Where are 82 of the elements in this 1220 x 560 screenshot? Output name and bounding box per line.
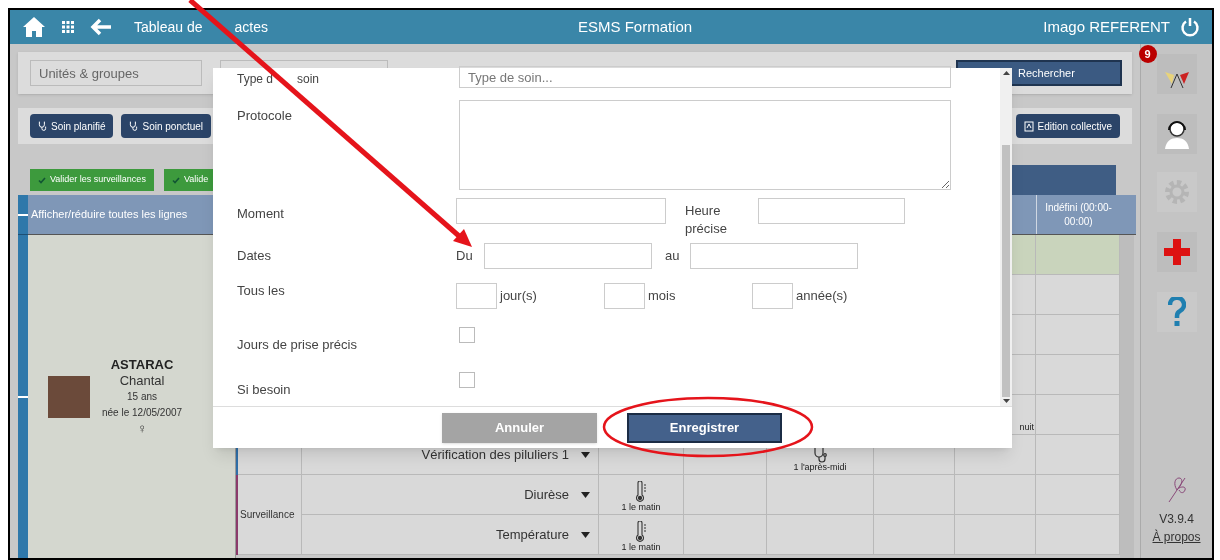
field-label: Jours de prise précis xyxy=(237,337,357,352)
field-label: Du xyxy=(456,247,474,266)
input-field[interactable] xyxy=(484,243,652,269)
caret-icon[interactable] xyxy=(581,531,590,538)
act-label: Vérification des piluliers 1 xyxy=(421,445,569,464)
help-button[interactable] xyxy=(1156,292,1197,332)
field-label: Type d xyxy=(237,71,274,88)
field-label: Heure précise xyxy=(685,202,728,238)
check-icon xyxy=(38,176,46,184)
field-label: Tous les xyxy=(237,283,285,298)
category-label: Surveillance xyxy=(239,508,295,522)
stethoscope-icon xyxy=(813,447,827,463)
number-field[interactable] xyxy=(604,283,645,309)
stethoscope-icon xyxy=(129,121,139,131)
question-mark-icon xyxy=(1167,297,1186,327)
flags-button[interactable] xyxy=(1156,54,1197,94)
checkbox[interactable] xyxy=(459,372,475,388)
dialog-scrollbar[interactable] xyxy=(1000,68,1012,406)
photo-placeholder xyxy=(48,375,90,418)
check-icon xyxy=(171,176,180,184)
power-icon[interactable] xyxy=(1180,17,1200,37)
text-area[interactable] xyxy=(459,100,951,190)
scroll-thumb[interactable] xyxy=(1002,145,1010,397)
number-field[interactable] xyxy=(456,283,497,309)
pdf-icon xyxy=(1023,120,1034,132)
save-button[interactable]: Enregistrer xyxy=(627,412,782,443)
scrollbar[interactable] xyxy=(1120,235,1134,558)
collapse-icon[interactable] xyxy=(18,395,28,398)
cell-text: 1 l'après-midi xyxy=(793,463,847,472)
unit-label: jour(s) xyxy=(500,287,537,306)
caret-icon[interactable] xyxy=(581,451,590,458)
medical-button[interactable] xyxy=(1156,232,1197,272)
home-icon[interactable] xyxy=(22,16,46,38)
cell-text: 1 le matin xyxy=(621,503,661,512)
page-title: Tableau de xyxy=(134,17,203,37)
version-label: V3.9.4 xyxy=(1159,511,1194,528)
patient-birth-date: née le 12/05/2007 xyxy=(102,405,183,420)
field-label: Moment xyxy=(237,206,284,221)
care-button[interactable]: Soin planifié xyxy=(30,114,114,138)
checkbox[interactable] xyxy=(459,327,475,343)
page-title: actes xyxy=(234,17,268,37)
care-button[interactable]: Soin ponctuel xyxy=(121,114,212,138)
scroll-up-icon[interactable] xyxy=(1002,71,1010,75)
thermometer-icon xyxy=(635,481,647,503)
thermometer-icon xyxy=(635,521,647,543)
act-label: Température xyxy=(496,525,569,544)
input-field[interactable] xyxy=(758,198,905,224)
stethoscope-icon xyxy=(38,121,47,131)
patient-age: 15 ans xyxy=(127,389,158,404)
cell-text: 1 le matin xyxy=(621,543,661,552)
patient-last-name: ASTARAC xyxy=(110,356,174,373)
patient-first-name: Chantal xyxy=(119,372,165,389)
input-field[interactable] xyxy=(456,198,666,224)
caret-icon[interactable] xyxy=(581,491,590,498)
field-label: au xyxy=(665,247,681,266)
field-label: soin xyxy=(297,71,320,88)
about-link[interactable]: À propos xyxy=(1152,528,1201,546)
act-label: Diurèse xyxy=(524,485,569,504)
validate-button[interactable]: Valider les surveillances xyxy=(30,169,154,191)
column-header: Indéfini (00:00-00:00) xyxy=(1044,200,1113,229)
support-button[interactable] xyxy=(1156,114,1197,154)
field-label: Si besoin xyxy=(237,382,291,397)
number-field[interactable] xyxy=(752,283,793,309)
unit-label: mois xyxy=(648,287,676,306)
input-field[interactable] xyxy=(690,243,858,269)
user-name: Imago REFERENT xyxy=(1043,16,1170,37)
field-label: Protocole xyxy=(237,108,292,123)
sex-symbol: ♀ xyxy=(137,420,147,437)
collective-edition-button[interactable]: Edition collective xyxy=(1015,114,1120,138)
scroll-down-icon[interactable] xyxy=(1002,399,1010,403)
medical-cross-icon xyxy=(1161,237,1192,267)
notification-badge: 9 xyxy=(1138,45,1157,63)
cell-text: nuit xyxy=(1019,423,1034,432)
input-field[interactable]: Type de soin... xyxy=(459,66,951,88)
collapse-icon[interactable] xyxy=(18,213,28,216)
butterfly-icon xyxy=(1166,474,1187,504)
grid-menu-icon[interactable] xyxy=(62,21,74,33)
units-field[interactable]: Unités & groupes xyxy=(30,60,202,86)
unit-label: année(s) xyxy=(796,287,848,306)
app-title: ESMS Formation xyxy=(578,16,693,37)
back-arrow-icon[interactable] xyxy=(90,18,112,36)
field-label: Dates xyxy=(237,248,271,264)
